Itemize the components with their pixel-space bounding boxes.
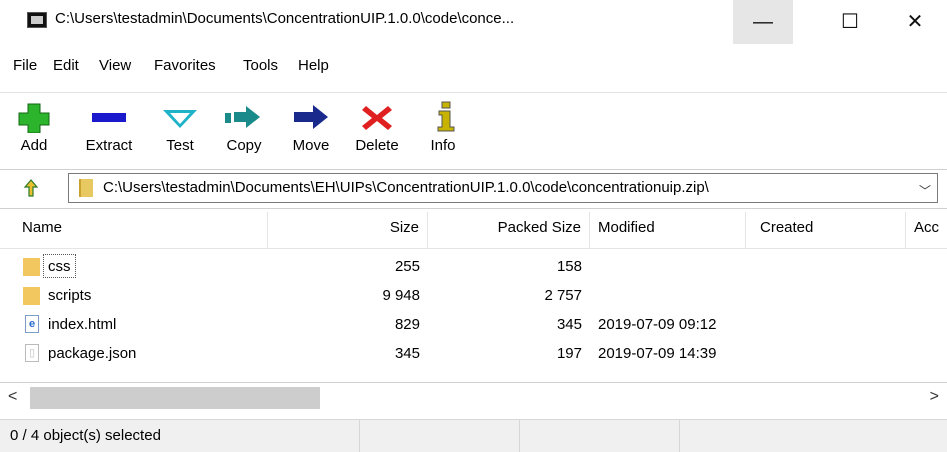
add-label: Add — [20, 137, 48, 154]
up-folder-icon[interactable] — [22, 179, 40, 197]
extract-icon — [84, 101, 134, 133]
file-modified: 2019-07-09 14:39 — [598, 345, 717, 362]
delete-button[interactable]: Delete — [346, 101, 408, 154]
chevron-down-icon[interactable]: ﹀ — [919, 182, 931, 199]
close-button[interactable]: ✕ — [885, 0, 945, 44]
address-input[interactable]: C:\Users\testadmin\Documents\EH\UIPs\Con… — [68, 173, 938, 203]
file-row[interactable]: scripts 9 948 2 757 — [0, 281, 947, 310]
test-icon — [155, 101, 205, 133]
address-bar: C:\Users\testadmin\Documents\EH\UIPs\Con… — [0, 170, 947, 209]
header-name[interactable]: Name — [0, 212, 268, 248]
copy-label: Copy — [226, 137, 262, 154]
address-path: C:\Users\testadmin\Documents\EH\UIPs\Con… — [103, 179, 709, 196]
status-cell-size — [360, 420, 520, 452]
copy-button[interactable]: Copy — [218, 101, 270, 154]
menu-tools[interactable]: Tools — [243, 57, 278, 74]
column-headers: Name Size Packed Size Modified Created A… — [0, 212, 947, 249]
header-modified[interactable]: Modified — [590, 212, 746, 248]
file-row[interactable]: css 255 158 — [0, 252, 947, 281]
file-name: scripts — [48, 287, 92, 304]
file-size: 829 — [394, 316, 420, 333]
minimize-button[interactable]: — — [733, 0, 793, 44]
file-packed-size: 197 — [556, 345, 582, 362]
html-file-icon: e — [25, 315, 39, 333]
menu-view[interactable]: View — [99, 57, 131, 74]
add-icon — [9, 101, 59, 134]
test-button[interactable]: Test — [155, 101, 205, 154]
maximize-button[interactable]: ☐ — [820, 0, 880, 44]
status-cell-info — [680, 420, 947, 452]
horizontal-scrollbar[interactable]: < > — [0, 382, 947, 413]
file-row[interactable]: ▯ package.json 345 197 2019-07-09 14:39 — [0, 339, 947, 368]
file-packed-size: 2 757 — [544, 287, 582, 304]
selection-status: 0 / 4 object(s) selected — [0, 420, 360, 452]
file-name: package.json — [48, 345, 137, 362]
menu-help[interactable]: Help — [298, 57, 329, 74]
scrollbar-thumb[interactable] — [30, 387, 320, 409]
menu-bar: File Edit View Favorites Tools Help — [0, 55, 947, 81]
zip-folder-icon — [79, 179, 93, 197]
info-label: Info — [430, 137, 456, 154]
file-name: index.html — [48, 316, 117, 333]
extract-label: Extract — [85, 137, 133, 154]
status-bar: 0 / 4 object(s) selected — [0, 419, 947, 452]
menu-file[interactable]: File — [13, 57, 37, 74]
file-packed-size: 345 — [556, 316, 582, 333]
file-size: 9 948 — [382, 287, 420, 304]
title-bar: C:\Users\testadmin\Documents\Concentrati… — [0, 0, 947, 44]
header-accessed[interactable]: Acc — [906, 212, 947, 248]
test-label: Test — [166, 137, 194, 154]
scroll-left-icon[interactable]: < — [8, 388, 17, 406]
file-modified: 2019-07-09 09:12 — [598, 316, 717, 333]
extract-button[interactable]: Extract — [78, 101, 140, 154]
file-size: 345 — [394, 345, 420, 362]
add-button[interactable]: Add — [8, 101, 60, 154]
header-packed-size[interactable]: Packed Size — [428, 212, 590, 248]
move-button[interactable]: Move — [284, 101, 338, 154]
folder-icon — [23, 258, 40, 276]
status-cell-packed — [520, 420, 680, 452]
file-name: css — [43, 254, 76, 278]
toolbar: Add Extract Test Copy Move Delete Info — [0, 92, 947, 170]
menu-edit[interactable]: Edit — [53, 57, 79, 74]
file-size: 255 — [394, 258, 420, 275]
menu-favorites[interactable]: Favorites — [154, 57, 216, 74]
header-created[interactable]: Created — [746, 212, 906, 248]
scroll-right-icon[interactable]: > — [930, 388, 939, 406]
delete-icon — [352, 101, 402, 133]
move-label: Move — [292, 137, 330, 154]
info-icon — [421, 101, 471, 133]
header-size[interactable]: Size — [268, 212, 428, 248]
json-file-icon: ▯ — [25, 344, 39, 362]
window-title: C:\Users\testadmin\Documents\Concentrati… — [55, 10, 515, 27]
file-row[interactable]: e index.html 829 345 2019-07-09 09:12 — [0, 310, 947, 339]
info-button[interactable]: Info — [421, 101, 465, 154]
copy-icon — [219, 101, 269, 133]
7zip-app-icon — [27, 12, 47, 28]
delete-label: Delete — [355, 137, 399, 154]
move-icon — [286, 101, 336, 133]
file-packed-size: 158 — [556, 258, 582, 275]
folder-icon — [23, 287, 40, 305]
